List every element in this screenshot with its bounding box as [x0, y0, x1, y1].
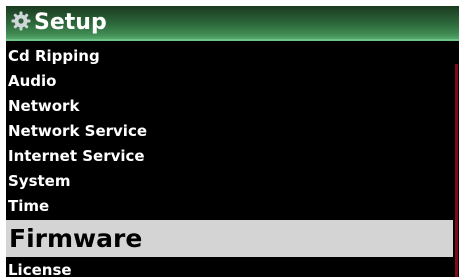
menu-item-cd-ripping[interactable]: Cd Ripping [6, 44, 453, 69]
scroll-thumb[interactable] [455, 64, 458, 277]
page-title: Setup [34, 10, 107, 35]
menu-item-license[interactable]: License [6, 258, 453, 277]
menu-item-network[interactable]: Network [6, 94, 453, 119]
gear-icon [10, 10, 32, 32]
menu-item-audio[interactable]: Audio [6, 69, 453, 94]
menu-item-internet-service[interactable]: Internet Service [6, 144, 453, 169]
title-bar: Setup [6, 6, 459, 41]
menu-item-network-service[interactable]: Network Service [6, 119, 453, 144]
setup-screen: Setup Cd Ripping Audio Network Network S… [6, 6, 459, 277]
menu-item-system[interactable]: System [6, 169, 453, 194]
menu-item-firmware[interactable]: Firmware [6, 220, 453, 257]
menu-scrollbar[interactable] [455, 44, 459, 277]
menu-item-time[interactable]: Time [6, 194, 453, 219]
